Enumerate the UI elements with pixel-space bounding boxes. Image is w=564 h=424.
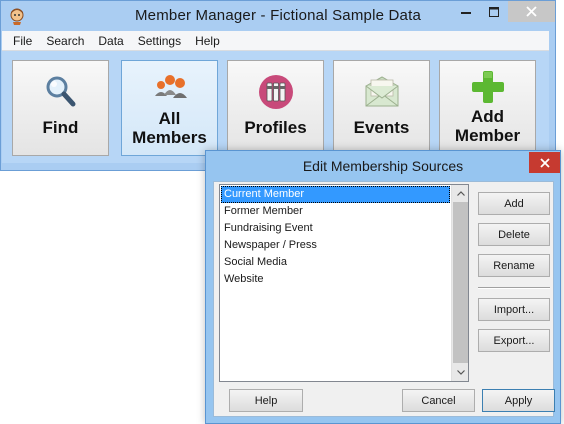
desktop: Member Manager - Fictional Sample Data F… [0,0,564,424]
scroll-thumb[interactable] [453,202,468,363]
maximize-button[interactable] [480,1,508,23]
all-members-label-line2: Members [132,128,207,147]
dialog-title: Edit Membership Sources [302,158,464,174]
list-scrollbar[interactable] [451,185,468,381]
list-item[interactable]: Fundraising Event [221,220,450,237]
help-button[interactable]: Help [229,389,303,412]
menu-help[interactable]: Help [188,31,227,51]
close-icon [526,6,537,17]
import-button[interactable]: Import... [478,298,550,321]
button-separator [478,287,550,289]
plus-icon [471,71,504,103]
menu-file[interactable]: File [6,31,39,51]
list-item[interactable]: Newspaper / Press [221,237,450,254]
export-button[interactable]: Export... [478,329,550,352]
all-members-label: All Members [132,109,207,147]
minimize-icon [461,12,471,14]
add-member-button[interactable]: Add Member [439,60,536,156]
find-button[interactable]: Find [12,60,109,156]
list-item[interactable]: Current Member [221,186,450,203]
scroll-up-button[interactable] [452,185,469,202]
sources-listbox[interactable]: Current Member Former Member Fundraising… [219,184,469,382]
title-bar[interactable]: Member Manager - Fictional Sample Data [1,1,555,31]
list-item[interactable]: Former Member [221,203,450,220]
close-button[interactable] [508,1,555,22]
all-members-button[interactable]: All Members [121,60,218,156]
envelope-icon [365,76,398,107]
rename-button[interactable]: Rename [478,254,550,277]
profiles-button[interactable]: Profiles [227,60,324,156]
toolbar: Find All Members Profiles Events Add Mem… [2,51,549,163]
add-member-label-line2: Member [454,126,521,145]
list-item[interactable]: Social Media [221,254,450,271]
list-item[interactable]: Website [221,271,450,288]
menu-settings[interactable]: Settings [131,31,188,51]
add-member-label: Add Member [455,107,520,145]
main-window: Member Manager - Fictional Sample Data F… [0,0,556,171]
events-label: Events [353,118,410,137]
menu-data[interactable]: Data [91,31,130,51]
events-button[interactable]: Events [333,60,430,156]
close-icon [539,157,550,168]
menu-bar: File Search Data Settings Help [2,31,549,51]
edit-membership-sources-dialog: Edit Membership Sources Current Member F… [205,150,561,424]
chevron-up-icon [456,191,465,196]
add-member-label-line1: Add [470,107,505,126]
binders-icon [258,75,293,109]
menu-search[interactable]: Search [39,31,91,51]
scroll-down-button[interactable] [452,364,469,381]
all-members-label-line1: All [158,109,181,128]
chevron-down-icon [456,370,465,375]
profiles-label: Profiles [244,118,307,137]
people-icon [154,75,187,98]
dialog-close-button[interactable] [529,152,560,173]
maximize-icon [489,7,499,17]
cancel-button[interactable]: Cancel [402,389,475,412]
magnifier-icon [46,76,75,107]
find-label: Find [42,118,79,137]
dialog-body: Current Member Former Member Fundraising… [213,181,555,417]
list-items: Current Member Former Member Fundraising… [221,186,450,288]
delete-button[interactable]: Delete [478,223,550,246]
add-button[interactable]: Add [478,192,550,215]
apply-button[interactable]: Apply [482,389,555,412]
minimize-button[interactable] [452,1,480,23]
